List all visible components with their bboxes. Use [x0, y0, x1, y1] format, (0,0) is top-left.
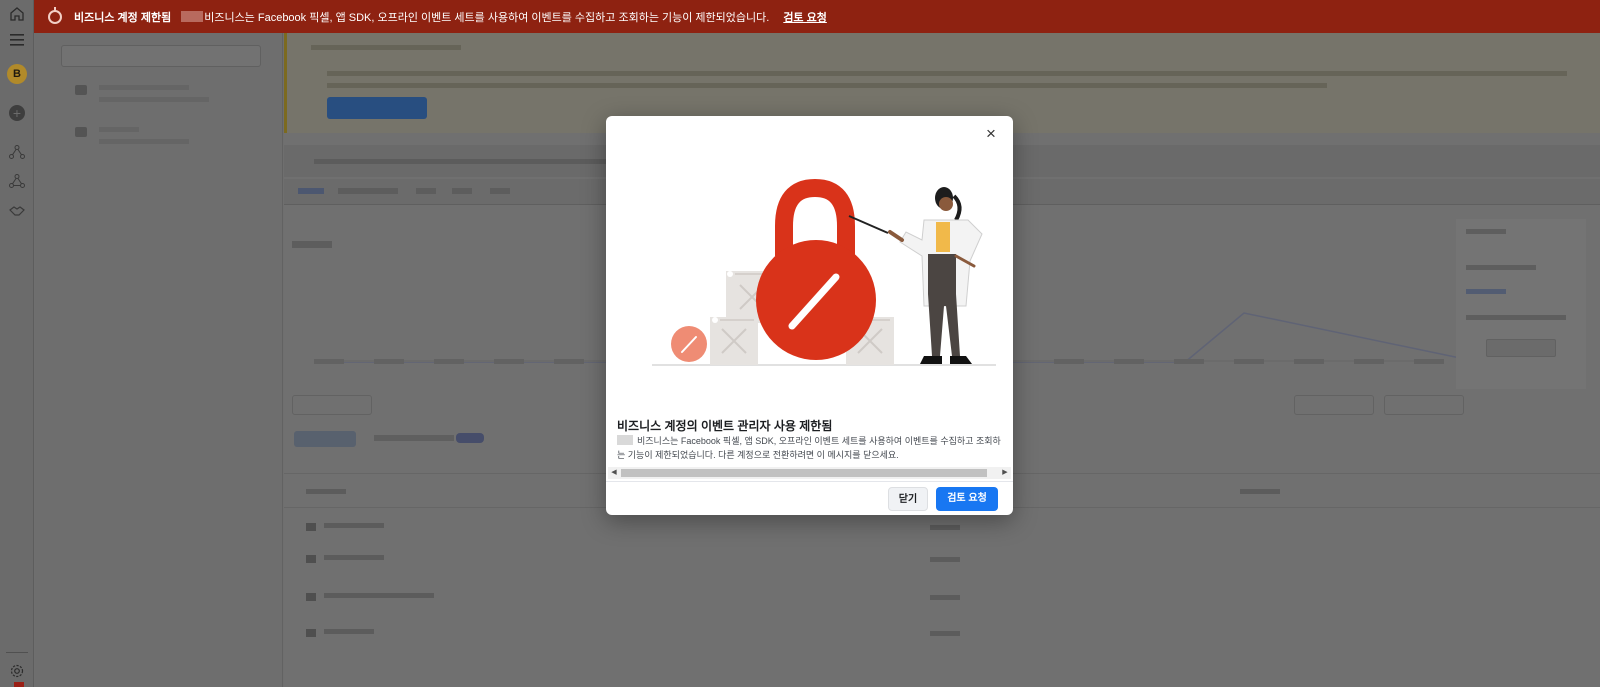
search-input[interactable]: [61, 45, 261, 67]
person-shirt: [936, 222, 950, 252]
alert-text-placeholder: [327, 83, 1327, 88]
avatar-letter: B: [7, 64, 27, 84]
menu-icon[interactable]: [7, 30, 27, 50]
dialog-body-text: 비즈니스는 Facebook 픽셀, 앱 SDK, 오프라인 이벤트 세트를 사…: [617, 436, 1001, 460]
redacted-business-name: [181, 11, 204, 22]
tab-active[interactable]: [298, 188, 324, 194]
person-hair-tail: [952, 194, 962, 221]
chart-legend-panel: [1456, 219, 1586, 389]
sidebar-item-sublabel-placeholder: [99, 97, 209, 102]
x-tick-placeholder: [1054, 359, 1084, 364]
filter-button[interactable]: [1294, 395, 1374, 415]
notification-marker: [14, 682, 24, 687]
event-icon: [306, 555, 316, 563]
table-cell-placeholder: [930, 631, 960, 636]
alert-text-placeholder: [327, 71, 1567, 76]
filter-text-placeholder: [374, 435, 454, 441]
person-legs: [928, 294, 960, 356]
table-cell-placeholder: [324, 555, 384, 560]
close-button[interactable]: 닫기: [888, 487, 928, 511]
x-tick-placeholder: [1414, 359, 1444, 364]
legend-text-placeholder: [1466, 289, 1506, 294]
banner-review-link[interactable]: 검토 요청: [783, 9, 827, 25]
horizontal-scrollbar[interactable]: ◀ ▶: [608, 467, 1011, 479]
table-cell-placeholder: [324, 593, 434, 598]
graph-icon[interactable]: [7, 142, 27, 162]
filter-button[interactable]: [292, 395, 372, 415]
home-icon[interactable]: [7, 4, 27, 24]
scrollbar-thumb[interactable]: [621, 469, 987, 477]
person-hand: [888, 230, 904, 242]
x-tick-placeholder: [374, 359, 404, 364]
dataset-icon: [75, 85, 87, 95]
info-bar-text-placeholder: [314, 159, 614, 164]
person-pants: [928, 254, 956, 294]
table-cell-placeholder: [930, 595, 960, 600]
x-tick-placeholder: [554, 359, 584, 364]
avatar[interactable]: B: [7, 64, 27, 84]
x-tick-placeholder: [494, 359, 524, 364]
table-cell-placeholder: [324, 523, 384, 528]
dialog-body-scroll: 비즈니스는 Facebook 픽셀, 앱 SDK, 오프라인 이벤트 세트를 사…: [617, 434, 1007, 466]
tab[interactable]: [452, 188, 472, 194]
data-sources-sidebar: [35, 33, 283, 687]
alert-action-button[interactable]: [327, 97, 427, 119]
event-icon: [306, 593, 316, 601]
x-tick-placeholder: [1174, 359, 1204, 364]
graph-icon-2[interactable]: [7, 171, 27, 191]
dialog-footer-divider: [606, 481, 1013, 482]
legend-button[interactable]: [1486, 339, 1556, 357]
person-head: [939, 197, 953, 211]
nav-rail: B +: [0, 0, 34, 687]
plus-icon[interactable]: +: [7, 103, 27, 123]
table-header-placeholder: [1240, 489, 1280, 494]
settings-icon[interactable]: [7, 661, 27, 681]
rail-divider: [6, 652, 28, 653]
redacted-business-name: [617, 435, 633, 445]
tab[interactable]: [490, 188, 510, 194]
event-icon: [306, 523, 316, 531]
request-review-button[interactable]: 검토 요청: [936, 487, 998, 511]
table-cell-placeholder: [930, 525, 960, 530]
active-filter-pill[interactable]: [294, 431, 356, 447]
sidebar-item-sublabel-placeholder: [99, 139, 189, 144]
sidebar-item-label-placeholder: [99, 85, 189, 90]
box-dot: [727, 271, 733, 277]
x-tick-placeholder: [1114, 359, 1144, 364]
box-dot: [712, 317, 718, 323]
person-shoe-left: [920, 356, 942, 364]
table-cell-placeholder: [324, 629, 374, 634]
dialog-title: 비즈니스 계정의 이벤트 관리자 사용 제한됨: [617, 419, 833, 433]
legend-text-placeholder: [1466, 265, 1536, 270]
x-tick-placeholder: [1354, 359, 1384, 364]
table-header-placeholder: [306, 489, 346, 494]
alert-title-placeholder: [311, 45, 461, 50]
tab[interactable]: [338, 188, 398, 194]
tab[interactable]: [416, 188, 436, 194]
legend-text-placeholder: [1466, 315, 1566, 320]
alert-icon: [48, 6, 62, 24]
legend-text-placeholder: [1466, 229, 1506, 234]
scroll-left-icon[interactable]: ◀: [610, 469, 618, 477]
dataset-icon: [75, 127, 87, 137]
filter-button[interactable]: [1384, 395, 1464, 415]
scroll-right-icon[interactable]: ▶: [1001, 469, 1009, 477]
x-tick-placeholder: [1294, 359, 1324, 364]
sidebar-item-label-placeholder: [99, 127, 139, 132]
event-icon: [306, 629, 316, 637]
restriction-banner: 비즈니스 계정 제한됨 비즈니스는 Facebook 픽셀, 앱 SDK, 오프…: [0, 0, 1600, 33]
banner-message: 비즈니스는 Facebook 픽셀, 앱 SDK, 오프라인 이벤트 세트를 사…: [204, 11, 770, 24]
restriction-dialog: × 비즈니스 계정의 이벤트 관리자 사용 제한됨 비즈니스는 Facebook…: [606, 116, 1013, 515]
new-badge: [456, 433, 484, 443]
x-tick-placeholder: [434, 359, 464, 364]
x-tick-placeholder: [1234, 359, 1264, 364]
table-cell-placeholder: [930, 557, 960, 562]
lock-illustration: [652, 178, 996, 366]
person-shoe-right: [950, 356, 972, 364]
dialog-body: 비즈니스는 Facebook 픽셀, 앱 SDK, 오프라인 이벤트 세트를 사…: [617, 434, 1007, 462]
x-tick-placeholder: [314, 359, 344, 364]
handshake-icon[interactable]: [7, 201, 27, 221]
banner-title: 비즈니스 계정 제한됨: [74, 11, 172, 24]
